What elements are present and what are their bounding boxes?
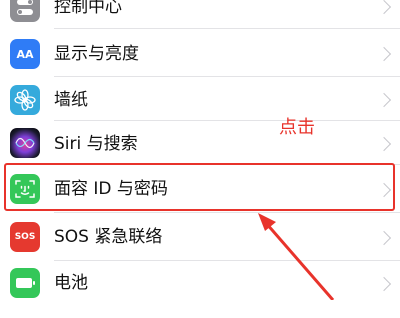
display-brightness-icon: AA [10,39,40,69]
settings-row-label: SOS 紧急联络 [54,227,163,247]
chevron-right-icon [376,0,392,15]
chevron-right-icon [376,46,392,62]
settings-row-label: 墙纸 [54,90,88,110]
sos-icon: SOS [10,222,40,252]
settings-list: 控制中心 AA 显示与亮度 墙纸 Siri 与搜索 面容 ID 与密码 SOS … [0,0,400,300]
annotation-label: 点击 [279,117,315,138]
icon-text: SOS [14,232,36,242]
wallpaper-icon [10,85,40,115]
chevron-right-icon [376,276,392,292]
chevron-right-icon [376,230,392,246]
settings-row-label: Siri 与搜索 [54,134,138,154]
battery-icon [10,268,40,298]
chevron-right-icon [376,92,392,108]
settings-row-label: 显示与亮度 [54,44,139,64]
control-center-icon [10,0,40,22]
highlight-box [4,163,395,211]
siri-icon [10,128,40,158]
chevron-right-icon [376,136,392,152]
settings-row-label: 控制中心 [54,0,122,17]
icon-text: AA [16,47,34,61]
settings-row-battery[interactable]: 电池 [0,260,400,318]
settings-row-label: 电池 [54,273,88,293]
